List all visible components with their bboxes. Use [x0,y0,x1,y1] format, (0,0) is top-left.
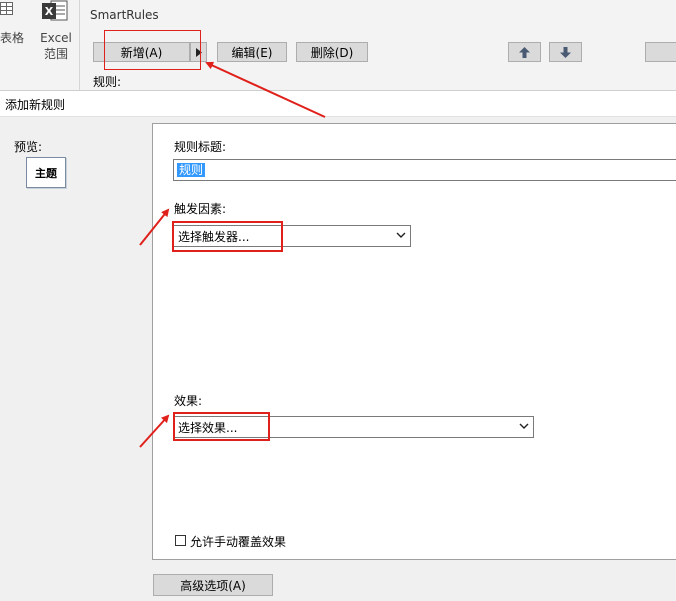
arrow-to-new-button [205,61,326,118]
arrow-to-effect [139,414,170,448]
arrow-to-trigger [139,208,170,246]
annotation-arrows [139,61,326,448]
